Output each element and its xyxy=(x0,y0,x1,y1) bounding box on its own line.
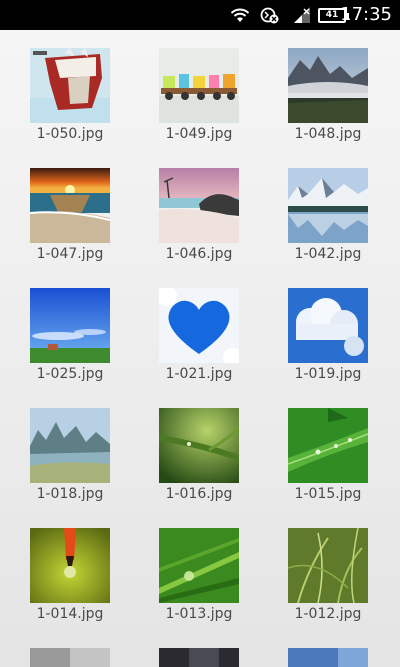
sunset-beach-image xyxy=(30,168,110,243)
image-thumbnail[interactable] xyxy=(159,648,239,667)
water-drop-image xyxy=(30,528,110,603)
image-thumbnail[interactable] xyxy=(30,408,110,483)
file-name: 1-013.jpg xyxy=(165,606,233,622)
leaf-stem-image xyxy=(159,408,239,483)
file-name: 1-047.jpg xyxy=(36,246,104,262)
image-thumbnail[interactable] xyxy=(288,168,368,243)
blue-sky-field-image xyxy=(30,288,110,363)
gray-image xyxy=(30,648,110,667)
file-name: 1-049.jpg xyxy=(165,126,233,142)
image-thumbnail[interactable] xyxy=(159,408,239,483)
dewy-leaf-image xyxy=(288,408,368,483)
sync-blocked-icon xyxy=(260,7,279,24)
mountain-valley-image xyxy=(288,48,368,123)
image-thumbnail[interactable] xyxy=(159,168,239,243)
image-thumbnail[interactable] xyxy=(159,288,239,363)
tropical-beach-image xyxy=(159,168,239,243)
snowy-lake-image xyxy=(288,168,368,243)
image-thumbnail[interactable] xyxy=(288,528,368,603)
image-thumbnail[interactable] xyxy=(288,288,368,363)
grass-blades-image xyxy=(288,528,368,603)
grass-droplet-image xyxy=(159,528,239,603)
cumulus-clouds-image xyxy=(288,288,368,363)
image-thumbnail[interactable] xyxy=(30,528,110,603)
file-name: 1-021.jpg xyxy=(165,366,233,382)
image-thumbnail[interactable] xyxy=(30,168,110,243)
toy-train-image xyxy=(159,48,239,123)
file-name: 1-042.jpg xyxy=(294,246,362,262)
wifi-icon xyxy=(230,8,250,22)
file-name: 1-048.jpg xyxy=(294,126,362,142)
image-thumbnail[interactable] xyxy=(159,48,239,123)
ship-book-image xyxy=(30,48,110,123)
signal-icon xyxy=(294,7,310,23)
image-thumbnail[interactable] xyxy=(288,648,368,667)
image-thumbnail[interactable] xyxy=(288,48,368,123)
file-name: 1-019.jpg xyxy=(294,366,362,382)
file-name: 1-012.jpg xyxy=(294,606,362,622)
file-name: 1-050.jpg xyxy=(36,126,104,142)
image-grid: 1-050.jpg 1-049.jpg 1-048.jpg 1-047.jpg … xyxy=(0,30,400,667)
image-thumbnail[interactable] xyxy=(30,648,110,667)
karst-river-image xyxy=(30,408,110,483)
image-thumbnail[interactable] xyxy=(288,408,368,483)
dark-image xyxy=(159,648,239,667)
clock: 17:35 xyxy=(340,4,392,25)
status-bar: 41 17:35 xyxy=(0,0,400,30)
file-name: 1-016.jpg xyxy=(165,486,233,502)
file-name: 1-025.jpg xyxy=(36,366,104,382)
heart-clouds-image xyxy=(159,288,239,363)
blue-image xyxy=(288,648,368,667)
image-thumbnail[interactable] xyxy=(30,288,110,363)
image-thumbnail[interactable] xyxy=(30,48,110,123)
image-thumbnail[interactable] xyxy=(159,528,239,603)
file-name: 1-046.jpg xyxy=(165,246,233,262)
file-name: 1-018.jpg xyxy=(36,486,104,502)
file-name: 1-015.jpg xyxy=(294,486,362,502)
file-name: 1-014.jpg xyxy=(36,606,104,622)
